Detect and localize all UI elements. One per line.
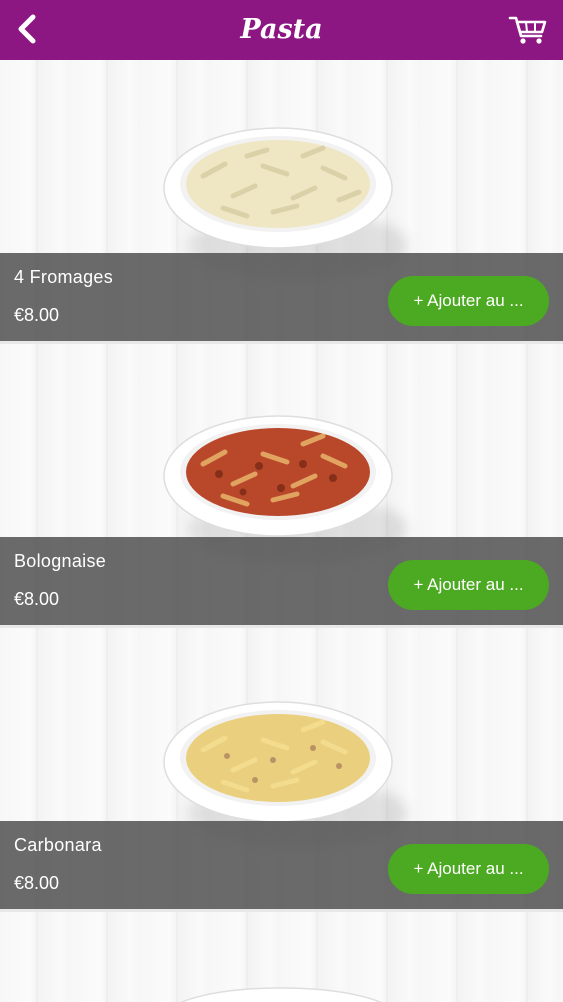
product-card[interactable] xyxy=(0,912,563,1002)
pasta-sauce xyxy=(186,714,370,802)
add-to-cart-button[interactable]: + Ajouter au ... xyxy=(388,276,549,326)
pasta-plate-image xyxy=(163,127,393,249)
product-info-bar: Bolognaise €8.00 + Ajouter au ... xyxy=(0,537,563,625)
product-name: Bolognaise xyxy=(14,551,107,571)
pasta-sauce xyxy=(186,140,370,228)
top-bar: Pasta xyxy=(0,0,563,60)
product-name: 4 Fromages xyxy=(14,267,114,287)
product-price: €8.00 xyxy=(14,589,60,609)
product-name: Carbonara xyxy=(14,835,102,855)
pasta-plate-image xyxy=(163,415,393,537)
product-info-bar: 4 Fromages €8.00 + Ajouter au ... xyxy=(0,253,563,341)
product-list: 4 Fromages €8.00 + Ajouter au ... Bologn… xyxy=(0,60,563,1002)
page-title: Pasta xyxy=(240,14,323,45)
cart-icon xyxy=(508,16,547,44)
add-to-cart-button[interactable]: + Ajouter au ... xyxy=(388,560,549,610)
product-card[interactable]: Bolognaise €8.00 + Ajouter au ... xyxy=(0,344,563,628)
product-price: €8.00 xyxy=(14,873,60,893)
product-card[interactable]: 4 Fromages €8.00 + Ajouter au ... xyxy=(0,60,563,344)
cart-button[interactable] xyxy=(507,10,549,50)
product-info-bar: Carbonara €8.00 + Ajouter au ... xyxy=(0,821,563,909)
pasta-sauce xyxy=(186,428,370,516)
pasta-plate-image xyxy=(163,701,393,823)
product-price: €8.00 xyxy=(14,305,60,325)
add-to-cart-button[interactable]: + Ajouter au ... xyxy=(388,844,549,894)
product-card[interactable]: Carbonara €8.00 + Ajouter au ... xyxy=(0,628,563,912)
